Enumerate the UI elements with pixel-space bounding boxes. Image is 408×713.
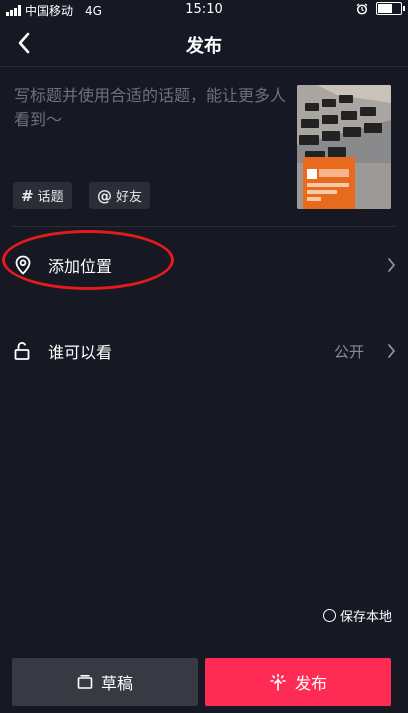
add-location-label: 添加位置 [48,257,113,276]
radio-icon [322,609,336,622]
privacy-row[interactable]: 谁可以看 公开 [0,329,408,373]
divider [12,226,396,227]
publish-label: 发布 [294,674,327,693]
friend-tag-button[interactable]: @ 好友 [89,182,151,209]
chevron-right-icon [388,344,396,358]
privacy-label: 谁可以看 [48,343,113,362]
battery-level [378,4,393,13]
privacy-value: 公开 [333,342,364,361]
cover-image [297,85,391,209]
at-icon: @ [97,186,112,205]
hash-icon: # [21,186,34,205]
draft-label: 草稿 [100,674,133,693]
unlock-icon [14,342,30,360]
friend-tag-label: 好友 [116,190,143,205]
add-location-row[interactable]: 添加位置 [0,243,408,287]
draft-icon [77,675,93,689]
save-local-label: 保存本地 [339,610,392,625]
alarm-icon [356,2,368,15]
nav-bar: 发布 [0,20,408,67]
page-title: 发布 [186,36,222,57]
chevron-right-icon [388,258,396,272]
topic-tag-button[interactable]: # 话题 [13,182,72,209]
battery-icon [376,2,405,15]
publish-button[interactable]: 发布 [205,658,391,706]
status-bar: 中国移动 4G 15:10 [0,0,408,20]
sparkle-icon [270,673,286,691]
location-pin-icon [15,255,31,275]
draft-button[interactable]: 草稿 [12,658,198,706]
clock: 15:10 [185,2,223,17]
caption-input[interactable]: 写标题并使用合适的话题，能让更多人看到～ [14,84,289,132]
topic-tag-label: 话题 [37,190,64,205]
cover-thumbnail[interactable] [297,85,391,209]
status-right [356,2,405,15]
save-local-toggle[interactable]: 保存本地 [322,606,392,625]
